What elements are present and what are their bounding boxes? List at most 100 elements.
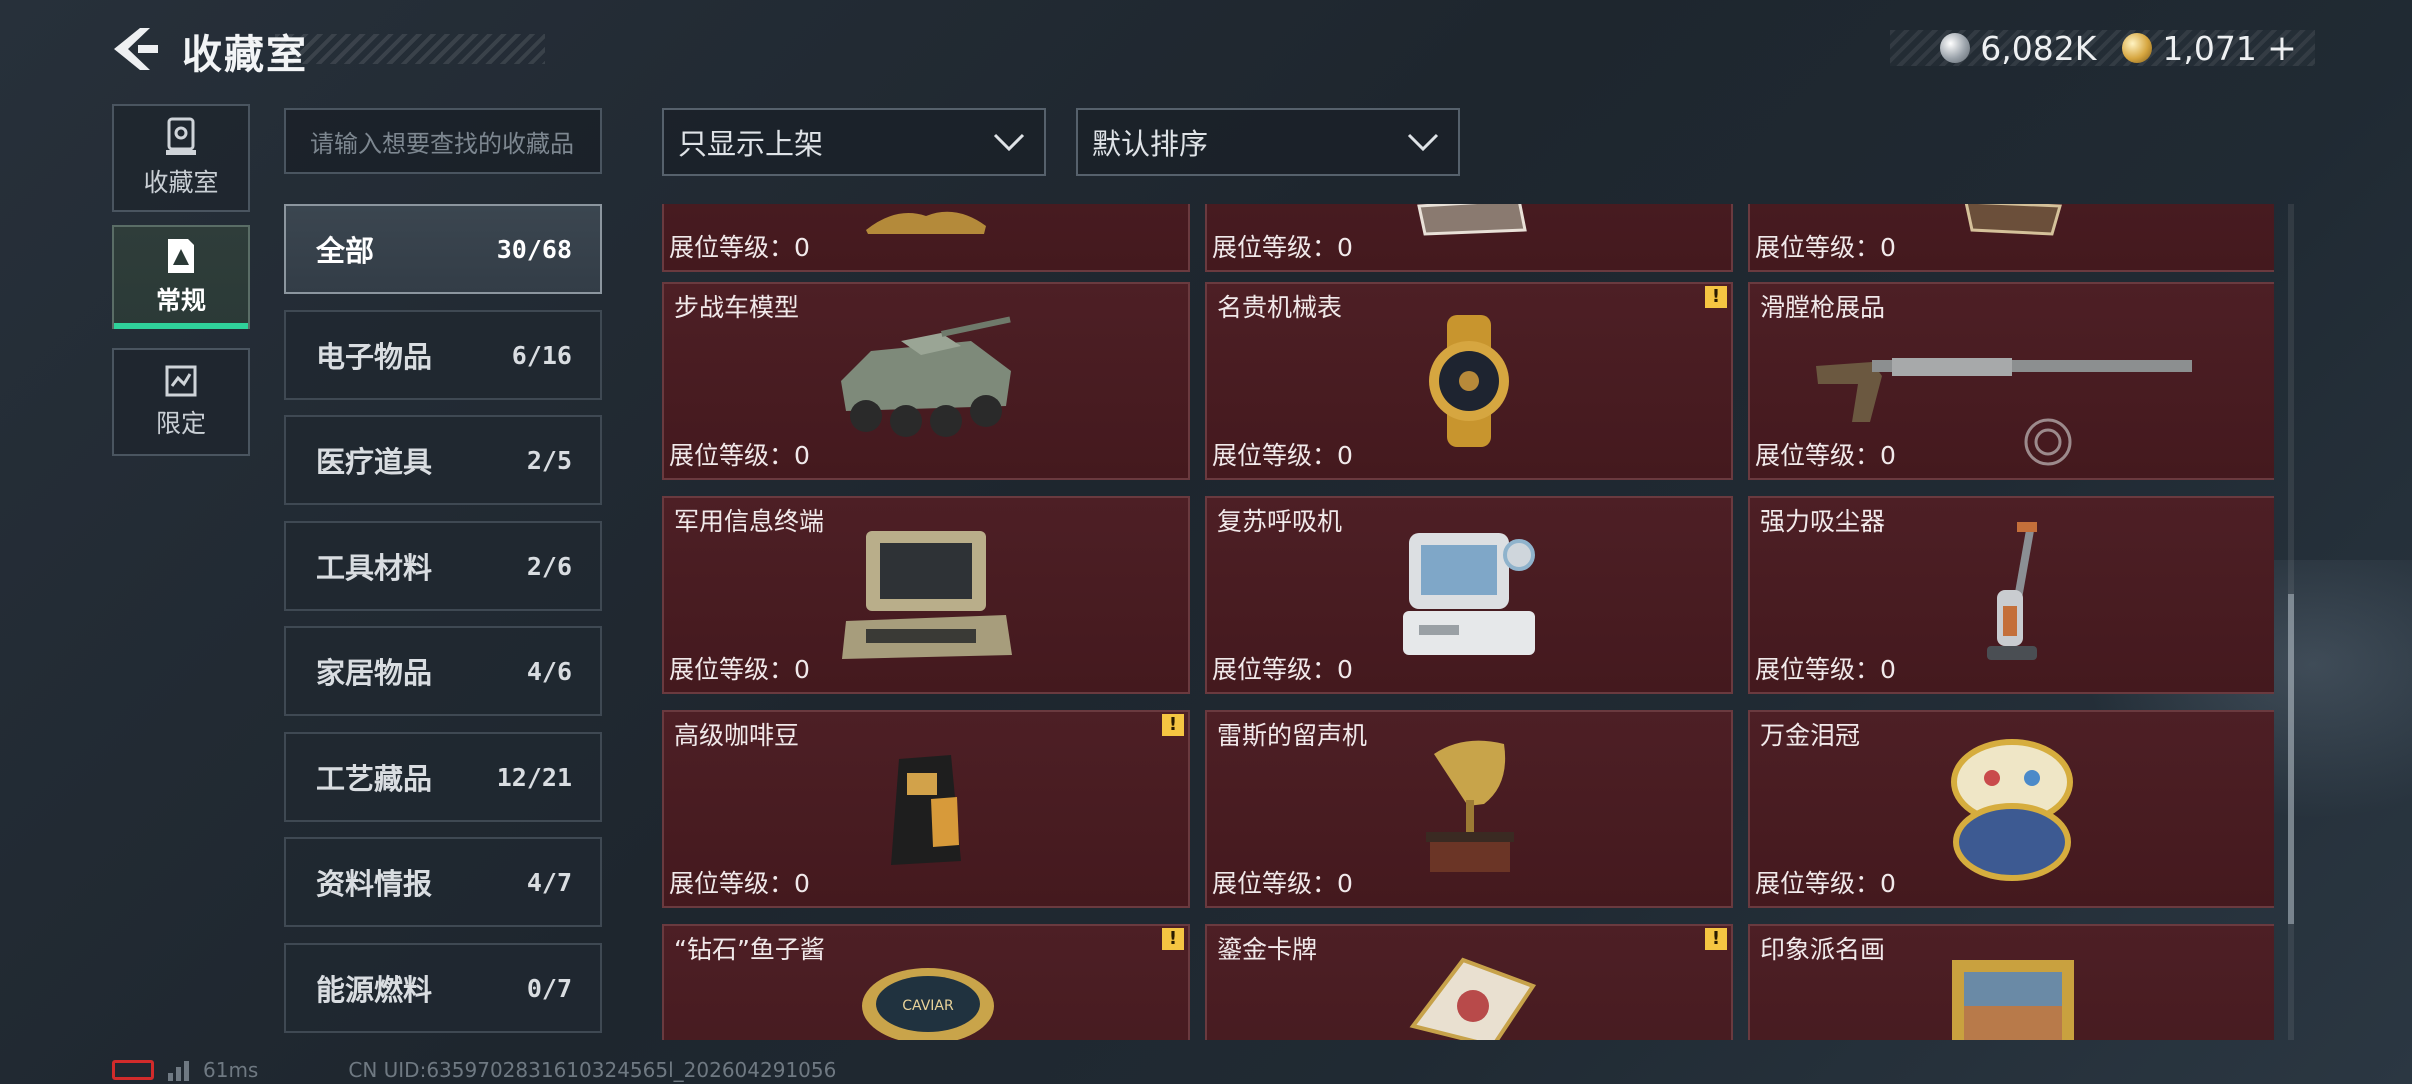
user-uid: CN UID:6359702831610324565l_202604291056 — [348, 1058, 837, 1082]
sort-dropdown[interactable]: 默认排序 — [1076, 108, 1460, 176]
collectible-name: 强力吸尘器 — [1760, 507, 1886, 536]
category-count: 2/6 — [526, 551, 572, 581]
category-count: 0/7 — [526, 973, 572, 1003]
collectibles-grid[interactable]: 展位等级：0 展位等级：0 展位等级：0 步战车模型 展位等级：0 名贵机械表 … — [660, 204, 2274, 1040]
category-crafts[interactable]: 工艺藏品 12/21 — [284, 732, 602, 822]
shelf-filter-value: 只显示上架 — [678, 127, 824, 161]
booth-level: 展位等级：0 — [1212, 441, 1353, 470]
tab-limited[interactable]: 限定 — [112, 348, 250, 456]
caviar-label: CAVIAR — [902, 998, 954, 1014]
rugged-terminal-icon — [842, 531, 1012, 659]
scrollbar-thumb[interactable] — [2288, 594, 2294, 924]
vacuum-cleaner-icon — [1987, 522, 2037, 660]
impressionist-painting-icon — [1952, 960, 2074, 1040]
category-name: 能源燃料 — [316, 973, 433, 1007]
search-placeholder: 请输入想要查找的收藏品 — [310, 129, 574, 158]
collectible-card[interactable]: 复苏呼吸机 展位等级：0 — [1205, 496, 1733, 694]
tab-label: 限定 — [155, 409, 206, 438]
category-name: 工艺藏品 — [316, 762, 433, 796]
grid-scrollbar[interactable] — [2288, 204, 2294, 1040]
collectible-card[interactable]: 印象派名画 — [1748, 924, 2274, 1040]
category-name: 资料情报 — [316, 867, 433, 901]
category-energy[interactable]: 能源燃料 0/7 — [284, 943, 602, 1033]
sort-value: 默认排序 — [1092, 127, 1209, 161]
booth-level: 展位等级：0 — [669, 233, 810, 262]
collectible-name: 名贵机械表 — [1217, 293, 1343, 322]
gold-coin-icon — [2122, 33, 2153, 63]
warning-badge-icon: ! — [1705, 928, 1727, 950]
armored-vehicle-icon — [841, 316, 1011, 437]
gold-amount: 1,071 — [2162, 28, 2257, 68]
collectible-name: 军用信息终端 — [674, 507, 825, 536]
currency-silver: 6,082K — [1940, 29, 2096, 68]
category-count: 12/21 — [496, 762, 572, 792]
collectible-card[interactable]: 展位等级：0 — [1205, 204, 1733, 272]
category-medical[interactable]: 医疗道具 2/5 — [284, 415, 602, 505]
category-electronics[interactable]: 电子物品 6/16 — [284, 310, 602, 400]
chevron-down-icon — [993, 133, 1025, 152]
frame-icon — [1417, 204, 1527, 236]
musket-icon — [1816, 358, 2192, 422]
collectible-card[interactable]: 展位等级：0 — [662, 204, 1190, 272]
signal-icon — [168, 1059, 189, 1081]
silver-amount: 6,082K — [1980, 28, 2097, 68]
add-currency-button[interactable]: + — [2267, 28, 2297, 69]
collectible-card[interactable]: 展位等级：0 — [1748, 204, 2274, 272]
trophy-case-icon — [166, 117, 196, 155]
warning-badge-icon: ! — [1162, 714, 1184, 736]
category-all[interactable]: 全部 30/68 — [284, 204, 602, 294]
limited-map-icon — [165, 365, 197, 397]
ping-value: 61ms — [203, 1058, 259, 1082]
collectible-card[interactable]: 鎏金卡牌 ! — [1205, 924, 1733, 1040]
shelf-filter-dropdown[interactable]: 只显示上架 — [662, 108, 1046, 176]
coffee-bag-icon — [891, 755, 961, 865]
tab-collection-room[interactable]: 收藏室 — [112, 104, 250, 212]
collectible-card[interactable]: 雷斯的留声机 展位等级：0 — [1205, 710, 1733, 908]
chevron-down-icon — [1407, 133, 1439, 152]
collectible-card[interactable]: 步战车模型 展位等级：0 — [662, 282, 1190, 480]
tab-label: 收藏室 — [143, 168, 219, 197]
collectible-name: 步战车模型 — [674, 293, 800, 322]
collectible-name: “钻石”鱼子酱 — [674, 935, 825, 964]
collectible-name: 滑膛枪展品 — [1760, 293, 1886, 322]
booth-level: 展位等级：0 — [1755, 655, 1896, 684]
back-arrow-icon[interactable] — [110, 26, 160, 72]
category-tools[interactable]: 工具材料 2/6 — [284, 521, 602, 611]
booth-level: 展位等级：0 — [669, 869, 810, 898]
collectible-card[interactable]: 滑膛枪展品 展位等级：0 — [1748, 282, 2274, 480]
target-reticle-icon — [2024, 418, 2072, 466]
collectible-name: 雷斯的留声机 — [1217, 721, 1368, 750]
gallery-triangle-icon — [168, 239, 194, 273]
booth-level: 展位等级：0 — [1755, 869, 1896, 898]
ventilator-icon — [1403, 533, 1535, 655]
jeweled-egg-icon — [1951, 739, 2073, 881]
collectible-name: 鎏金卡牌 — [1217, 935, 1318, 964]
currency-gold: 1,071 + — [2122, 28, 2297, 69]
collectible-card[interactable]: 强力吸尘器 展位等级：0 — [1748, 496, 2274, 694]
collectible-card[interactable]: 高级咖啡豆 ! 展位等级：0 — [662, 710, 1190, 908]
category-name: 医疗道具 — [316, 445, 433, 479]
collectible-name: 复苏呼吸机 — [1217, 507, 1343, 536]
collectible-card[interactable]: 万金泪冠 展位等级：0 — [1748, 710, 2274, 908]
gilded-card-icon — [1409, 957, 1537, 1040]
page-title: 收藏室 — [182, 32, 308, 78]
collectible-name: 高级咖啡豆 — [674, 721, 800, 750]
category-name: 工具材料 — [316, 551, 433, 585]
collectible-card[interactable]: 名贵机械表 ! 展位等级：0 — [1205, 282, 1733, 480]
tab-regular[interactable]: 常规 — [112, 225, 250, 329]
booth-level: 展位等级：0 — [669, 655, 810, 684]
collectible-card[interactable]: “钻石”鱼子酱 ! CAVIAR — [662, 924, 1190, 1040]
luxury-watch-icon — [1429, 315, 1509, 447]
category-household[interactable]: 家居物品 4/6 — [284, 626, 602, 716]
framed-artwork-icon — [1964, 204, 2062, 236]
category-name: 家居物品 — [316, 656, 433, 690]
booth-level: 展位等级：0 — [1755, 233, 1896, 262]
booth-level: 展位等级：0 — [1212, 233, 1353, 262]
booth-level: 展位等级：0 — [669, 441, 810, 470]
search-input[interactable]: 请输入想要查找的收藏品 — [284, 108, 602, 174]
category-intel[interactable]: 资料情报 4/7 — [284, 837, 602, 927]
warning-badge-icon: ! — [1162, 928, 1184, 950]
category-count: 30/68 — [496, 234, 572, 264]
booth-level: 展位等级：0 — [1212, 655, 1353, 684]
collectible-card[interactable]: 军用信息终端 展位等级：0 — [662, 496, 1190, 694]
